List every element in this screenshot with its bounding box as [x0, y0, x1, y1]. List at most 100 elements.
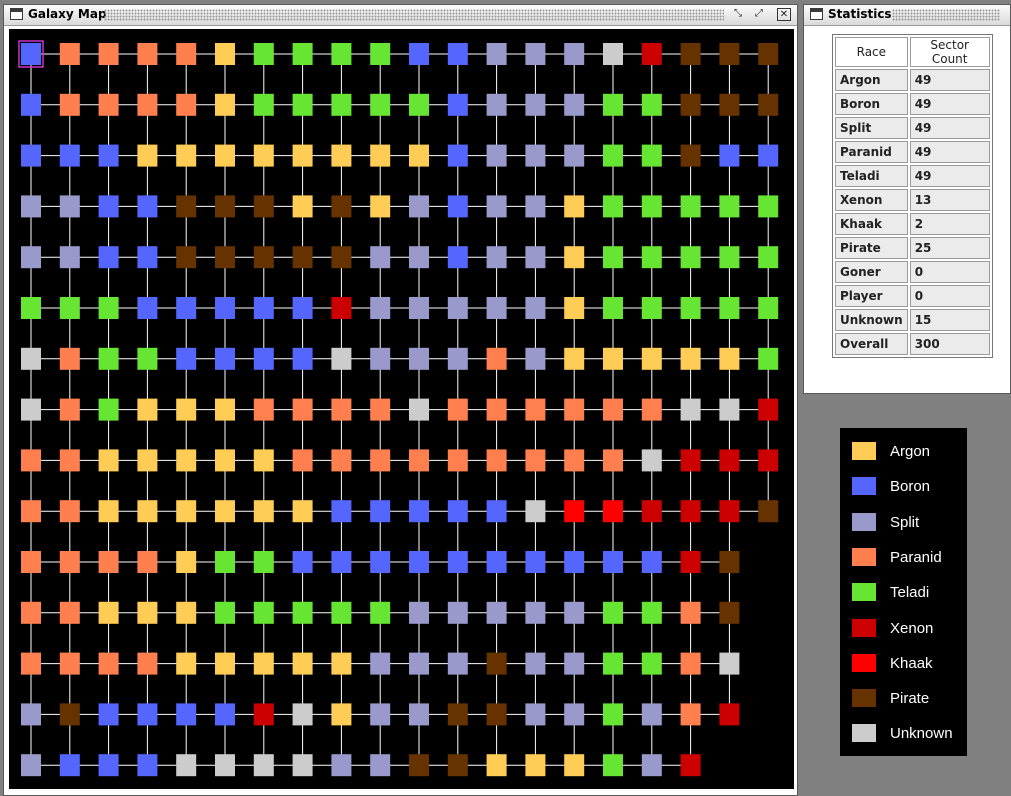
sector-argon[interactable] — [370, 195, 391, 218]
sector-split[interactable] — [409, 652, 429, 675]
sector-split[interactable] — [409, 703, 429, 726]
sector-argon[interactable] — [564, 195, 585, 218]
sector-pirate[interactable] — [486, 652, 507, 675]
sector-argon[interactable] — [409, 144, 429, 167]
sector-split[interactable] — [21, 754, 41, 777]
sector-xenon[interactable] — [719, 449, 740, 472]
sector-teladi[interactable] — [603, 144, 623, 167]
sector-split[interactable] — [370, 754, 391, 777]
table-row[interactable]: Goner 0 — [835, 261, 990, 283]
sector-unknown[interactable] — [292, 703, 313, 726]
sector-split[interactable] — [525, 297, 546, 319]
table-row[interactable]: Khaak 2 — [835, 213, 990, 235]
sector-argon[interactable] — [331, 144, 352, 167]
sector-teladi[interactable] — [758, 297, 779, 319]
sector-paranid[interactable] — [331, 398, 352, 421]
sector-boron[interactable] — [137, 246, 158, 269]
sector-split[interactable] — [486, 297, 507, 319]
sector-boron[interactable] — [525, 551, 546, 573]
sector-boron[interactable] — [176, 347, 197, 370]
sector-unknown[interactable] — [719, 398, 740, 421]
sector-boron[interactable] — [486, 500, 507, 523]
sector-pirate[interactable] — [331, 246, 352, 269]
sector-unknown[interactable] — [331, 347, 352, 370]
race-cell[interactable]: Paranid — [835, 141, 908, 163]
sector-argon[interactable] — [253, 449, 274, 472]
sector-split[interactable] — [21, 246, 41, 269]
sector-unknown[interactable] — [176, 754, 197, 777]
sector-boron[interactable] — [98, 703, 119, 726]
sector-paranid[interactable] — [21, 551, 41, 573]
sector-split[interactable] — [525, 652, 546, 675]
sector-paranid[interactable] — [98, 652, 119, 675]
sector-teladi[interactable] — [409, 93, 429, 116]
sector-teladi[interactable] — [137, 347, 158, 370]
sector-teladi[interactable] — [98, 347, 119, 370]
sector-argon[interactable] — [370, 144, 391, 167]
sector-pirate[interactable] — [331, 195, 352, 218]
sector-xenon[interactable] — [680, 500, 701, 523]
sector-pirate[interactable] — [758, 500, 779, 523]
sector-pirate[interactable] — [409, 754, 429, 777]
sector-split[interactable] — [525, 347, 546, 370]
sector-split[interactable] — [370, 347, 391, 370]
sector-argon[interactable] — [525, 754, 546, 777]
race-cell[interactable]: Split — [835, 117, 908, 139]
sector-boron[interactable] — [564, 551, 585, 573]
galaxy-map-window[interactable]: Galaxy Map ⤡ ⤢ ✕ — [3, 4, 798, 796]
race-cell[interactable]: Pirate — [835, 237, 908, 259]
sector-argon[interactable] — [98, 500, 119, 523]
sector-teladi[interactable] — [370, 93, 391, 116]
sector-split[interactable] — [525, 195, 546, 218]
sector-paranid[interactable] — [21, 449, 41, 472]
sector-argon[interactable] — [215, 398, 235, 421]
table-row[interactable]: Argon 49 — [835, 69, 990, 91]
sector-teladi[interactable] — [641, 297, 662, 319]
sector-paranid[interactable] — [98, 93, 119, 116]
sector-split[interactable] — [641, 754, 662, 777]
sector-pirate[interactable] — [719, 601, 740, 624]
sector-split[interactable] — [486, 43, 507, 65]
sector-argon[interactable] — [215, 449, 235, 472]
sector-count-cell[interactable]: 49 — [909, 69, 990, 91]
sector-paranid[interactable] — [564, 398, 585, 421]
sector-paranid[interactable] — [137, 551, 158, 573]
sector-paranid[interactable] — [564, 449, 585, 472]
sector-paranid[interactable] — [59, 449, 80, 472]
sector-teladi[interactable] — [719, 297, 740, 319]
sector-split[interactable] — [525, 144, 546, 167]
sector-teladi[interactable] — [603, 195, 623, 218]
column-header-sector-count[interactable]: Sector Count — [909, 37, 990, 67]
sector-split[interactable] — [525, 601, 546, 624]
sector-pirate[interactable] — [680, 93, 701, 116]
sector-xenon[interactable] — [758, 398, 779, 421]
sector-boron[interactable] — [98, 144, 119, 167]
sector-boron[interactable] — [409, 500, 429, 523]
sector-teladi[interactable] — [370, 601, 391, 624]
sector-paranid[interactable] — [525, 449, 546, 472]
sector-unknown[interactable] — [719, 652, 740, 675]
sector-pirate[interactable] — [758, 93, 779, 116]
sector-teladi[interactable] — [641, 144, 662, 167]
table-row[interactable]: Teladi 49 — [835, 165, 990, 187]
sector-boron[interactable] — [98, 195, 119, 218]
sector-xenon[interactable] — [719, 500, 740, 523]
sector-teladi[interactable] — [292, 601, 313, 624]
sector-pirate[interactable] — [719, 43, 740, 65]
sector-argon[interactable] — [292, 500, 313, 523]
sector-paranid[interactable] — [59, 551, 80, 573]
sector-teladi[interactable] — [331, 93, 352, 116]
sector-khaak[interactable] — [603, 500, 623, 523]
sector-split[interactable] — [447, 652, 468, 675]
sector-argon[interactable] — [176, 551, 197, 573]
sector-paranid[interactable] — [98, 43, 119, 65]
sector-paranid[interactable] — [331, 449, 352, 472]
sector-teladi[interactable] — [603, 652, 623, 675]
sector-boron[interactable] — [215, 347, 235, 370]
sector-teladi[interactable] — [641, 652, 662, 675]
sector-argon[interactable] — [137, 601, 158, 624]
sector-teladi[interactable] — [603, 297, 623, 319]
sector-paranid[interactable] — [137, 652, 158, 675]
sector-argon[interactable] — [215, 43, 235, 65]
sector-split[interactable] — [564, 93, 585, 116]
